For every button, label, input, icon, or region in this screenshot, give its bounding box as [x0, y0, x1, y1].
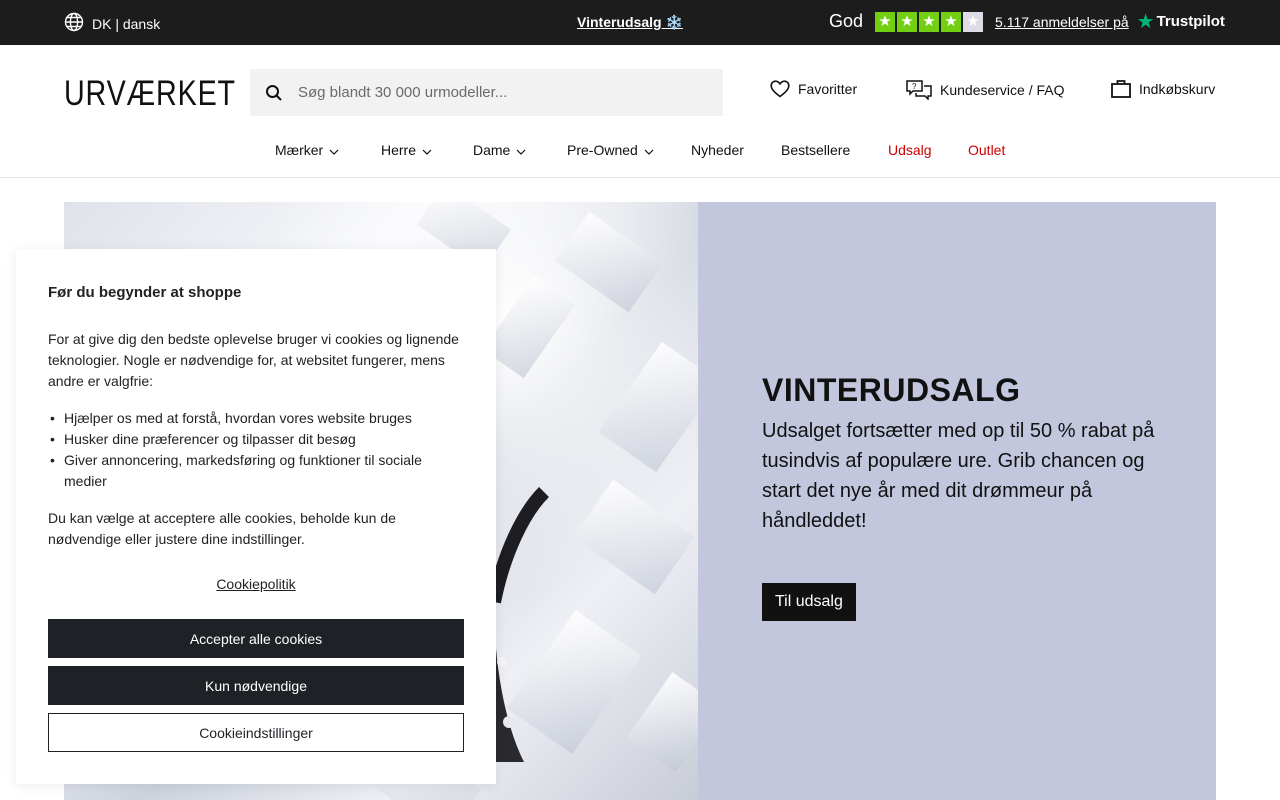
star-icon: ★: [897, 11, 918, 32]
chat-support-icon: ?: [906, 80, 932, 100]
nav-item-pre-owned[interactable]: Pre-Owned: [567, 142, 654, 158]
search-icon[interactable]: [264, 83, 284, 103]
trustpilot-widget[interactable]: God ★ ★ ★ ★ ★ 5.117 anmeldelser på ★ Trustpi…: [829, 11, 1225, 32]
promo-label: Vinterudsalg: [577, 14, 662, 30]
trustpilot-reviews-link[interactable]: 5.117 anmeldelser på: [995, 14, 1129, 30]
nav-item-nyheder[interactable]: Nyheder: [691, 142, 744, 158]
cookie-consent-dialog: Før du begynder at shoppe For at give di…: [16, 249, 496, 784]
cart-link[interactable]: Indkøbskurv: [1111, 80, 1215, 98]
list-item: Husker dine præferencer og tilpasser dit…: [50, 429, 464, 450]
snowflake-icon: ❄️: [665, 14, 683, 30]
favorites-label: Favoritter: [798, 81, 858, 97]
bag-icon: [1111, 80, 1131, 98]
promo-link[interactable]: Vinterudsalg ❄️: [577, 14, 683, 31]
nav-divider: [0, 177, 1280, 178]
globe-icon: [64, 12, 84, 35]
nav-item-label: Mærker: [275, 142, 324, 158]
star-icon: ★: [919, 11, 940, 32]
customer-service-link[interactable]: ? Kundeservice / FAQ: [906, 80, 1065, 100]
nav-item-label: Outlet: [968, 142, 1006, 158]
nav-item-label: Herre: [381, 142, 417, 158]
chevron-down-icon: [516, 142, 526, 158]
cookie-choice-text: Du kan vælge at acceptere alle cookies, …: [48, 510, 396, 547]
accept-all-cookies-button[interactable]: Accepter alle cookies: [48, 619, 464, 658]
hero-text: Udsalget fortsætter med op til 50 % raba…: [762, 420, 1155, 532]
nav-item-udsalg[interactable]: Udsalg: [888, 142, 932, 158]
nav-item-dame[interactable]: Dame: [473, 142, 526, 158]
cookie-settings-button[interactable]: Cookieindstillinger: [48, 713, 464, 752]
chevron-down-icon: [329, 142, 339, 158]
nav-item-label: Dame: [473, 142, 511, 158]
nav-item-herre[interactable]: Herre: [381, 142, 432, 158]
cookie-policy-link[interactable]: Cookiepolitik: [16, 576, 496, 592]
language-label: DK | dansk: [92, 15, 161, 32]
hero-panel: VINTERUDSALG Udsalget fortsætter med op …: [698, 202, 1216, 800]
heart-icon: [770, 80, 790, 98]
cookie-purposes-list: Hjælper os med at forstå, hvordan vores …: [50, 408, 464, 492]
star-icon: ★: [875, 11, 896, 32]
trustpilot-rating-word: God: [829, 11, 864, 31]
trustpilot-stars: ★ ★ ★ ★ ★: [875, 11, 984, 32]
nav-item-label: Pre-Owned: [567, 142, 638, 158]
nav-item-label: Udsalg: [888, 142, 932, 158]
search-bar: [250, 69, 723, 116]
cookie-intro: For at give dig den bedste oplevelse bru…: [48, 331, 459, 389]
nav-item-bestsellere[interactable]: Bestsellere: [781, 142, 850, 158]
site-logo[interactable]: URVÆRKET: [64, 74, 236, 114]
cart-label: Indkøbskurv: [1139, 81, 1216, 97]
nav-item-label: Bestsellere: [781, 142, 851, 158]
svg-text:?: ?: [912, 82, 917, 91]
chevron-down-icon: [422, 142, 432, 158]
trustpilot-star-icon: ★: [1136, 10, 1155, 33]
customer-service-label: Kundeservice / FAQ: [940, 82, 1065, 98]
list-item: Hjælper os med at forstå, hvordan vores …: [50, 408, 464, 429]
chevron-down-icon: [644, 142, 654, 158]
language-selector[interactable]: DK | dansk: [64, 12, 160, 35]
trustpilot-logo: ★ Trustpilot: [1137, 12, 1225, 32]
trustpilot-brand: Trustpilot: [1156, 13, 1225, 30]
cookie-title: Før du begynder at shoppe: [48, 284, 242, 301]
main-navigation: Mærker Herre Dame Pre-Owned Nyheder Best…: [0, 142, 1280, 162]
sale-button[interactable]: Til udsalg: [762, 583, 856, 621]
nav-item-maerker[interactable]: Mærker: [275, 142, 339, 158]
hero-title: VINTERUDSALG: [762, 372, 1021, 408]
star-icon: ★: [941, 11, 962, 32]
nav-item-label: Nyheder: [691, 142, 744, 158]
watch-image: [464, 487, 550, 762]
list-item: Giver annoncering, markedsføring og funk…: [50, 450, 464, 492]
nav-item-outlet[interactable]: Outlet: [968, 142, 1005, 158]
necessary-only-button[interactable]: Kun nødvendige: [48, 666, 464, 705]
favorites-link[interactable]: Favoritter: [770, 80, 857, 98]
search-input[interactable]: [298, 84, 698, 101]
top-bar: DK | dansk Vinterudsalg ❄️ God ★ ★ ★ ★ ★ 5.1…: [0, 0, 1280, 45]
star-icon: ★: [963, 11, 984, 32]
